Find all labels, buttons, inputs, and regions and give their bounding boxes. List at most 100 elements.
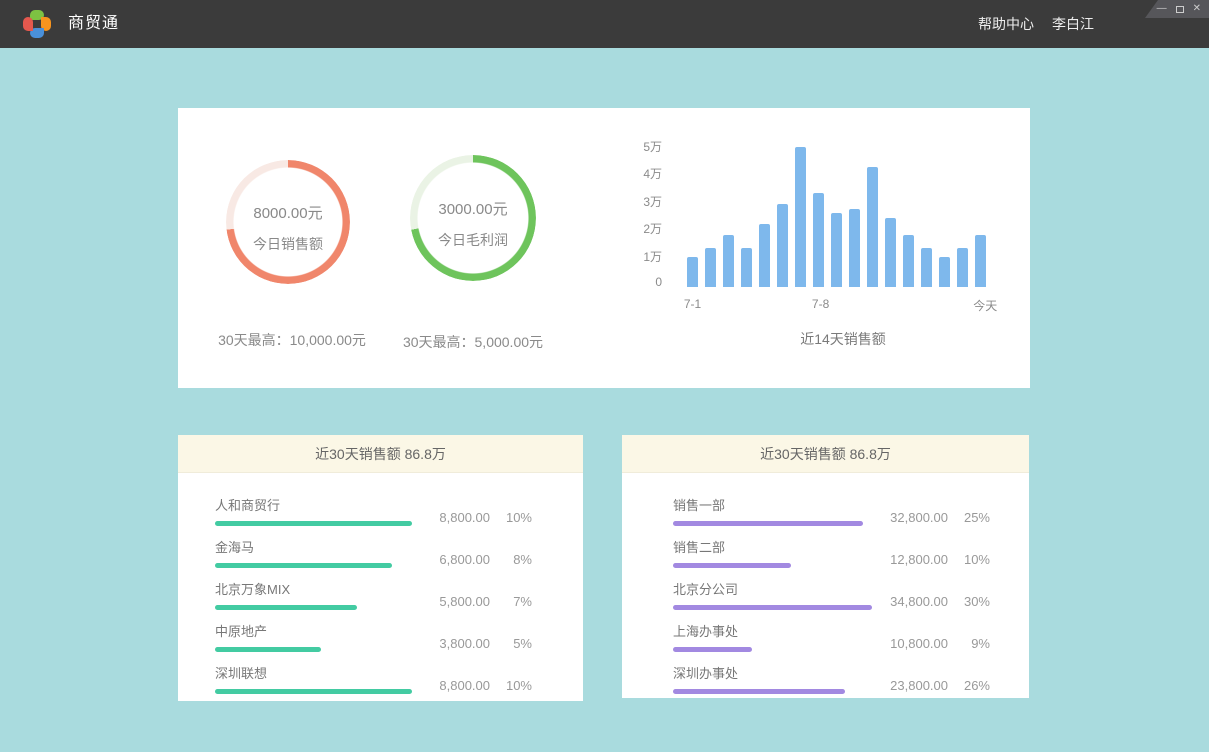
- rank-item-percent: 26%: [948, 678, 990, 693]
- rank-item-value: 8,800.00: [412, 510, 490, 525]
- y-axis-tick: 2万: [643, 220, 662, 237]
- chart-y-axis: 5万 4万 3万 2万 1万 0: [618, 138, 662, 289]
- rank-item-name: 金海马: [215, 537, 412, 556]
- x-axis-label: 7-8: [812, 297, 829, 311]
- chart-bar: [849, 209, 860, 287]
- rank-item-name: 上海办事处: [673, 621, 880, 640]
- minimize-icon[interactable]: —: [1157, 4, 1167, 14]
- chart-bar: [777, 204, 788, 287]
- rank-item-percent: 10%: [490, 510, 532, 525]
- rank-item-value: 10,800.00: [880, 636, 948, 651]
- app-window: 商贸通 帮助中心 李白江 — ✕ 8000.00元 今日销售额 30天最高：10…: [0, 0, 1209, 752]
- rank-item-value: 5,800.00: [412, 594, 490, 609]
- rank-item-percent: 10%: [948, 552, 990, 567]
- rank-row: 金海马 6,800.00 8%: [215, 537, 532, 568]
- chart-bar: [921, 248, 932, 287]
- department-rank-card: 近30天销售额 86.8万 销售一部 32,800.00 25% 销售二部 1: [622, 435, 1029, 698]
- rank-item-bar: [673, 521, 863, 526]
- rank-item-name: 销售一部: [673, 495, 880, 514]
- chart-bar: [813, 193, 824, 287]
- rank-item-percent: 10%: [490, 678, 532, 693]
- rank-item-bar: [215, 689, 412, 694]
- rank-item-bar: [673, 689, 845, 694]
- rank-row: 人和商贸行 8,800.00 10%: [215, 495, 532, 526]
- rank-item-value: 12,800.00: [880, 552, 948, 567]
- y-axis-tick: 4万: [643, 165, 662, 182]
- chart-bar: [795, 147, 806, 287]
- rank-item-value: 6,800.00: [412, 552, 490, 567]
- rank-row: 销售一部 32,800.00 25%: [673, 495, 990, 526]
- rank-row: 北京万象MIX 5,800.00 7%: [215, 579, 532, 610]
- rank-item-value: 32,800.00: [880, 510, 948, 525]
- rank-item-name: 深圳办事处: [673, 663, 880, 682]
- chart-bar: [939, 257, 950, 287]
- y-axis-tick: 1万: [643, 248, 662, 265]
- y-axis-tick: 3万: [643, 193, 662, 210]
- rank-item-bar: [215, 521, 412, 526]
- department-rank-title: 近30天销售额 86.8万: [622, 435, 1029, 473]
- rank-item-name: 北京万象MIX: [215, 579, 412, 598]
- rank-item-percent: 9%: [948, 636, 990, 651]
- rank-item-bar: [215, 563, 392, 568]
- chart-bar: [705, 248, 716, 287]
- x-axis-label: 今天: [973, 297, 997, 314]
- rank-item-percent: 8%: [490, 552, 532, 567]
- rank-row: 中原地产 3,800.00 5%: [215, 621, 532, 652]
- chart-x-axis: 7-1 7-8 今天: [687, 297, 999, 311]
- window-controls: — ✕: [1145, 0, 1209, 18]
- rank-item-name: 人和商贸行: [215, 495, 412, 514]
- rank-item-bar: [215, 647, 321, 652]
- rank-item-value: 23,800.00: [880, 678, 948, 693]
- chart-bar: [741, 248, 752, 287]
- close-icon[interactable]: ✕: [1193, 4, 1201, 14]
- rank-item-value: 8,800.00: [412, 678, 490, 693]
- y-axis-tick: 5万: [643, 138, 662, 155]
- rank-row: 销售二部 12,800.00 10%: [673, 537, 990, 568]
- sales-bar-chart: [687, 147, 986, 287]
- customer-rank-title: 近30天销售额 86.8万: [178, 435, 583, 473]
- chart-bar: [831, 213, 842, 287]
- rank-item-name: 销售二部: [673, 537, 880, 556]
- rank-item-bar: [673, 647, 752, 652]
- app-title: 商贸通: [68, 0, 119, 48]
- chart-bar: [957, 248, 968, 287]
- profit-30day-max: 30天最高：5,000.00元: [363, 332, 583, 352]
- help-center-link[interactable]: 帮助中心: [978, 14, 1034, 34]
- chart-bar: [867, 167, 878, 287]
- rank-item-name: 中原地产: [215, 621, 412, 640]
- chart-bar: [975, 235, 986, 287]
- chart-bar: [759, 224, 770, 287]
- chart-bar: [903, 235, 914, 287]
- x-axis-label: 7-1: [684, 297, 701, 311]
- rank-row: 北京分公司 34,800.00 30%: [673, 579, 990, 610]
- y-axis-tick: 0: [655, 275, 662, 289]
- rank-row: 深圳联想 8,800.00 10%: [215, 663, 532, 694]
- customer-rank-card: 近30天销售额 86.8万 人和商贸行 8,800.00 10% 金海马 6,: [178, 435, 583, 701]
- today-sales-label: 今日销售额: [226, 234, 350, 254]
- rank-item-value: 3,800.00: [412, 636, 490, 651]
- username-menu[interactable]: 李白江: [1052, 14, 1094, 34]
- rank-item-name: 北京分公司: [673, 579, 880, 598]
- overview-card: 8000.00元 今日销售额 30天最高：10,000.00元 3000.00元…: [178, 108, 1030, 388]
- today-profit-label: 今日毛利润: [410, 230, 536, 250]
- today-sales-value: 8000.00元: [226, 202, 350, 223]
- rank-row: 上海办事处 10,800.00 9%: [673, 621, 990, 652]
- chart-bar: [885, 218, 896, 287]
- rank-item-percent: 30%: [948, 594, 990, 609]
- chart-bar: [723, 235, 734, 287]
- titlebar: 商贸通 帮助中心 李白江 — ✕: [0, 0, 1209, 48]
- chart-bar: [687, 257, 698, 287]
- rank-item-name: 深圳联想: [215, 663, 412, 682]
- rank-item-percent: 7%: [490, 594, 532, 609]
- app-logo-icon: [22, 9, 52, 39]
- maximize-icon[interactable]: [1176, 6, 1184, 13]
- rank-item-value: 34,800.00: [880, 594, 948, 609]
- logo-petal-red: [23, 17, 33, 31]
- chart-title: 近14天销售额: [687, 329, 999, 349]
- today-profit-value: 3000.00元: [410, 198, 536, 219]
- rank-row: 深圳办事处 23,800.00 26%: [673, 663, 990, 694]
- rank-item-bar: [673, 563, 791, 568]
- rank-item-bar: [215, 605, 357, 610]
- rank-item-bar: [673, 605, 872, 610]
- rank-item-percent: 5%: [490, 636, 532, 651]
